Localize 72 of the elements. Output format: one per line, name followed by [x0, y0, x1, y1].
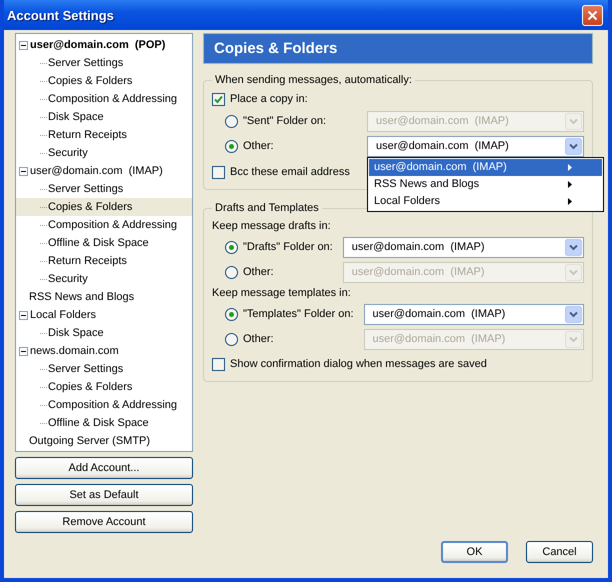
close-icon	[587, 10, 598, 20]
radio-button[interactable]	[225, 240, 238, 254]
account-button[interactable]: Remove Account	[15, 511, 193, 533]
tree-item[interactable]: Copies & Folders	[16, 378, 192, 396]
tree-item[interactable]: Outgoing Server (SMTP)	[16, 432, 192, 450]
group-label: When sending messages, automatically:	[214, 74, 413, 86]
folder-dropdown[interactable]: user@domain.com (IMAP)	[364, 304, 584, 324]
account-button[interactable]: Set as Default	[15, 484, 193, 506]
radio-label: "Sent" Folder on:	[243, 115, 326, 127]
checkbox[interactable]	[212, 92, 225, 106]
tree-item[interactable]: Composition & Addressing	[16, 216, 192, 234]
radio-label: "Drafts" Folder on:	[243, 241, 333, 253]
collapse-icon[interactable]	[19, 310, 28, 320]
tree-item[interactable]: RSS News and Blogs	[16, 288, 192, 306]
folder-dropdown[interactable]: user@domain.com (IMAP)	[342, 236, 584, 258]
radio-label: Other:	[243, 266, 274, 278]
tree-item[interactable]: Composition & Addressing	[16, 396, 192, 414]
chevron-down-icon	[565, 238, 582, 256]
tree-item[interactable]: Copies & Folders	[16, 198, 192, 216]
checkbox[interactable]	[212, 166, 225, 178]
account-button[interactable]: Add Account...	[15, 457, 193, 479]
collapse-icon[interactable]	[19, 40, 28, 50]
tree-item[interactable]: Server Settings	[16, 360, 192, 378]
tree-item[interactable]: user@domain.com (IMAP)	[16, 162, 192, 180]
tree-item[interactable]: Disk Space	[16, 108, 192, 126]
radio-button[interactable]	[225, 332, 238, 346]
radio-button[interactable]	[225, 114, 238, 128]
menu-item[interactable]: Local Folders	[369, 192, 602, 210]
checkbox[interactable]	[212, 358, 225, 370]
tree-item[interactable]: Server Settings	[16, 54, 192, 72]
close-button[interactable]	[582, 4, 603, 26]
collapse-icon[interactable]	[19, 346, 28, 356]
submenu-arrow-icon	[568, 180, 572, 188]
radio-label: "Templates" Folder on:	[243, 308, 354, 320]
submenu-arrow-icon	[568, 164, 572, 170]
radio-button[interactable]	[225, 266, 238, 278]
checkbox-label: Show confirmation dialog when messages are saved	[230, 358, 487, 370]
tree-item[interactable]: Return Receipts	[16, 126, 192, 144]
radio-button[interactable]	[225, 140, 238, 152]
tree-item[interactable]: Security	[16, 144, 192, 162]
checkbox-label: Bcc these email address	[230, 166, 350, 178]
dialog-button[interactable]: OK	[441, 541, 508, 563]
tree-item[interactable]: Offline & Disk Space	[16, 414, 192, 432]
tree-item[interactable]: Return Receipts	[16, 252, 192, 270]
tree-item[interactable]: Local Folders	[16, 306, 192, 324]
tree-item[interactable]: Copies & Folders	[16, 72, 192, 90]
chevron-down-icon	[565, 138, 582, 154]
chevron-down-icon	[565, 330, 582, 348]
submenu-arrow-icon	[568, 198, 572, 204]
radio-label: Other:	[243, 333, 274, 345]
tree-item[interactable]: Composition & Addressing	[16, 90, 192, 108]
chevron-down-icon	[565, 264, 582, 280]
radio-button[interactable]	[225, 308, 238, 320]
tree-item[interactable]: Disk Space	[16, 324, 192, 342]
section-label: Keep message drafts in:	[212, 219, 332, 234]
chevron-down-icon	[565, 112, 582, 130]
tree-item[interactable]: news.domain.com	[16, 342, 192, 360]
chevron-down-icon	[565, 306, 582, 322]
menu-item[interactable]: user@domain.com (IMAP)	[369, 158, 602, 176]
tree-item[interactable]: Offline & Disk Space	[16, 234, 192, 252]
section-header: Copies & Folders	[203, 33, 593, 64]
dialog-button[interactable]: Cancel	[526, 541, 593, 563]
window-title: Account Settings	[7, 8, 114, 22]
collapse-icon[interactable]	[19, 166, 28, 176]
tree-item[interactable]: Server Settings	[16, 180, 192, 198]
group-label: Drafts and Templates	[214, 202, 320, 214]
tree-item[interactable]: Security	[16, 270, 192, 288]
checkbox-label: Place a copy in:	[230, 93, 308, 105]
section-label: Keep message templates in:	[212, 286, 352, 301]
tree-item[interactable]: user@domain.com (POP)	[16, 36, 192, 54]
radio-label: Other:	[243, 140, 274, 152]
menu-item[interactable]: RSS News and Blogs	[369, 176, 602, 192]
